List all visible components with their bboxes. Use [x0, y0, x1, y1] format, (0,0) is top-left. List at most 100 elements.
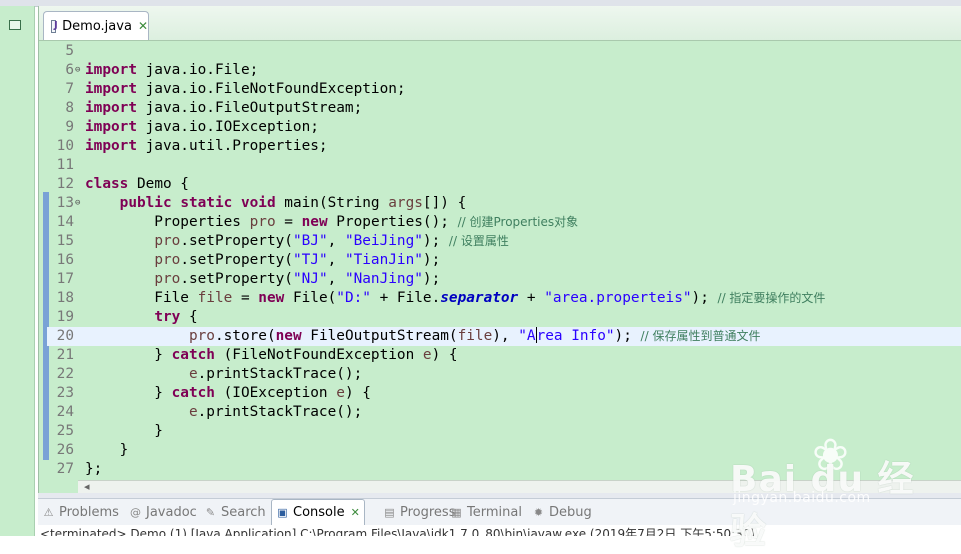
code-token: } — [85, 385, 172, 401]
tab-console[interactable]: ▣ Console ✕ — [271, 499, 365, 525]
code-token: []) { — [422, 195, 467, 211]
code-token: public — [119, 195, 172, 211]
code-token: class — [85, 176, 129, 192]
code-token: "TJ" — [292, 252, 328, 268]
tab-label: Search — [221, 504, 266, 520]
code-text: e.printStackTrace(); — [85, 403, 362, 422]
editor-tab-label: Demo.java — [62, 18, 132, 34]
code-text: import java.io.FileOutputStream; — [85, 99, 362, 118]
code-line[interactable]: 5 — [47, 42, 961, 61]
fold-toggle-icon[interactable]: ⊖ — [75, 194, 80, 213]
code-line[interactable]: 18 File file = new File("D:" + File.sepa… — [47, 289, 961, 308]
tab-debug[interactable]: ✹ Debug — [532, 499, 592, 525]
code-line[interactable]: 27}; — [47, 460, 961, 479]
code-line[interactable]: 23 } catch (IOException e) { — [47, 384, 961, 403]
code-token: static — [180, 195, 233, 211]
code-token: Demo { — [128, 176, 189, 192]
code-token: "A — [518, 328, 536, 344]
tab-label: Terminal — [467, 504, 522, 520]
code-token: e — [336, 385, 345, 401]
code-token: = — [232, 290, 259, 306]
code-token: } — [85, 423, 163, 439]
scroll-left-arrow-icon[interactable]: ◂ — [84, 480, 90, 493]
line-number: 27 — [56, 461, 74, 477]
tab-label: Debug — [549, 504, 592, 520]
code-line[interactable]: 19 try { — [47, 308, 961, 327]
code-line[interactable]: 16 pro.setProperty("TJ", "TianJin"); — [47, 251, 961, 270]
code-text: pro.setProperty("NJ", "NanJing"); — [85, 270, 440, 289]
search-icon: ✎ — [205, 505, 216, 519]
line-number: 9 — [65, 119, 74, 135]
code-line[interactable]: 14 Properties pro = new Properties(); //… — [47, 213, 961, 232]
console-status-line: <terminated> Demo (1) [Java Application]… — [40, 527, 756, 536]
tab-label: Problems — [59, 504, 119, 520]
code-line[interactable]: 26 } — [47, 441, 961, 460]
code-line[interactable]: 20 pro.store(new FileOutputStream(file),… — [47, 327, 961, 346]
horizontal-scrollbar[interactable]: ◂ — [78, 480, 961, 494]
code-token: file — [457, 328, 493, 344]
code-token: import — [85, 100, 137, 116]
editor-tab-demo-java[interactable]: Demo.java ✕ — [43, 11, 149, 40]
code-token: import — [85, 81, 137, 97]
line-number: 13 — [56, 195, 74, 211]
tab-search[interactable]: ✎ Search — [204, 499, 266, 525]
code-token: java.io.IOException; — [136, 119, 319, 135]
fold-toggle-icon[interactable]: ⊖ — [75, 61, 80, 80]
code-text: } — [85, 441, 129, 460]
code-text: Properties pro = new Properties(); // 创建… — [85, 213, 578, 232]
code-line[interactable]: 11 — [47, 156, 961, 175]
code-line[interactable]: 12 class Demo { — [47, 175, 961, 194]
code-line[interactable]: 10 import java.util.Properties; — [47, 137, 961, 156]
code-token: // 指定要操作的文件 — [717, 291, 826, 305]
code-token: pro — [154, 252, 181, 268]
code-line[interactable]: 15 pro.setProperty("BJ", "BeiJing"); // … — [47, 232, 961, 251]
code-line[interactable]: 17 pro.setProperty("NJ", "NanJing"); — [47, 270, 961, 289]
line-number: 14 — [56, 214, 74, 230]
code-line[interactable]: 24 e.printStackTrace(); — [47, 403, 961, 422]
code-token: "BeiJing" — [344, 233, 423, 249]
line-number: 5 — [65, 43, 74, 59]
code-token: new — [258, 290, 285, 306]
code-token: main(String — [275, 195, 389, 211]
problems-icon: ⚠ — [43, 505, 54, 519]
code-token: java.io.FileNotFoundException; — [136, 81, 406, 97]
code-token: }; — [85, 461, 103, 477]
code-line[interactable]: 7 import java.io.FileNotFoundException; — [47, 80, 961, 99]
javadoc-icon: @ — [130, 505, 141, 519]
line-number: 11 — [56, 157, 74, 173]
restore-view-icon[interactable] — [9, 20, 21, 30]
code-text-area[interactable]: 5 6 ⊖ import java.io.File; 7 import java.io.F… — [47, 40, 961, 480]
line-number: 18 — [56, 290, 74, 306]
code-line[interactable]: 25 } — [47, 422, 961, 441]
code-token: "NJ" — [292, 271, 328, 287]
code-token: java.io.FileOutputStream; — [136, 100, 363, 116]
code-token: // 创建Properties对象 — [457, 215, 579, 229]
tab-problems[interactable]: ⚠ Problems — [42, 499, 119, 525]
tab-progress[interactable]: ▤ Progress — [383, 499, 455, 525]
code-token: rea Info" — [536, 328, 615, 344]
tab-javadoc[interactable]: @ Javadoc — [129, 499, 197, 525]
code-token: (IOException — [214, 385, 337, 401]
close-icon[interactable]: ✕ — [351, 506, 360, 519]
code-token: void — [240, 195, 276, 211]
code-token: "area.properteis" — [544, 290, 692, 306]
left-trim-panel — [0, 6, 35, 536]
tab-terminal[interactable]: ▦ Terminal — [450, 499, 522, 525]
close-icon[interactable]: ✕ — [138, 19, 148, 33]
code-token: e — [188, 366, 198, 382]
code-line[interactable]: 8 import java.io.FileOutputStream; — [47, 99, 961, 118]
line-number: 10 — [56, 138, 74, 154]
code-text: import java.io.File; — [85, 61, 258, 80]
code-line[interactable]: 21 } catch (FileNotFoundException e) { — [47, 346, 961, 365]
code-line[interactable]: 9 import java.io.IOException; — [47, 118, 961, 137]
code-token: = — [275, 214, 302, 230]
code-token: pro — [154, 271, 181, 287]
code-line[interactable]: 6 ⊖ import java.io.File; — [47, 61, 961, 80]
line-number: 15 — [56, 233, 74, 249]
code-line[interactable]: 13 ⊖ public static void main(String args[… — [47, 194, 961, 213]
line-number: 26 — [56, 442, 74, 458]
code-text: pro.setProperty("BJ", "BeiJing"); // 设置属… — [85, 232, 509, 251]
code-line[interactable]: 22 e.printStackTrace(); — [47, 365, 961, 384]
